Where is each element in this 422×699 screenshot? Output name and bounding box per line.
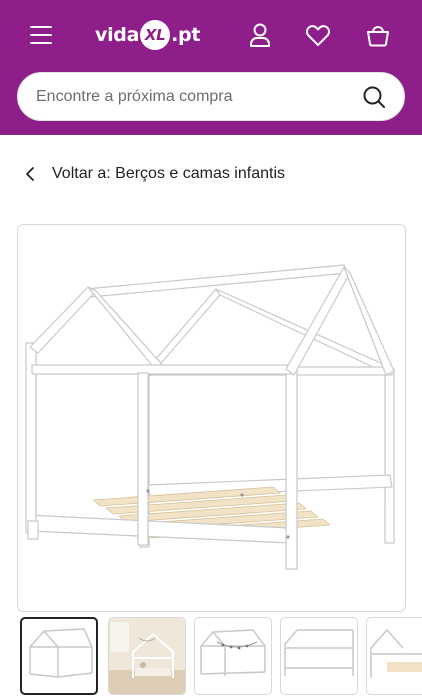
search-bar [17, 72, 405, 121]
search-icon[interactable] [362, 85, 386, 109]
thumbnail-4-image [284, 629, 354, 676]
thumbnail-1-image [29, 628, 93, 678]
thumbnail-5-image [370, 628, 422, 678]
thumbnail-5[interactable] [366, 617, 422, 695]
thumbnail-strip [20, 617, 422, 697]
logo-suffix: .pt [171, 24, 201, 46]
basket-icon[interactable] [365, 22, 391, 48]
thumbnail-3-image [200, 629, 266, 676]
thumbnail-2-image [109, 618, 185, 694]
logo-mark: XL [140, 20, 171, 50]
brand-logo[interactable]: vida XL .pt [95, 18, 200, 52]
thumbnail-1[interactable] [20, 617, 98, 695]
search-input[interactable] [36, 85, 356, 109]
logo-prefix: vida [95, 24, 140, 46]
back-link[interactable]: Voltar a: Berços e camas infantis [22, 160, 285, 188]
menu-icon[interactable] [30, 26, 52, 44]
thumbnail-2[interactable] [108, 617, 186, 695]
chevron-left-icon [26, 167, 34, 181]
top-header: vida XL .pt [0, 0, 422, 135]
thumbnail-4[interactable] [280, 617, 358, 695]
thumbnail-3[interactable] [194, 617, 272, 695]
back-link-label: Voltar a: Berços e camas infantis [52, 165, 285, 182]
account-icon[interactable] [247, 22, 273, 48]
bed-image [25, 264, 395, 570]
product-main-image[interactable] [17, 224, 406, 612]
heart-icon[interactable] [305, 22, 331, 48]
